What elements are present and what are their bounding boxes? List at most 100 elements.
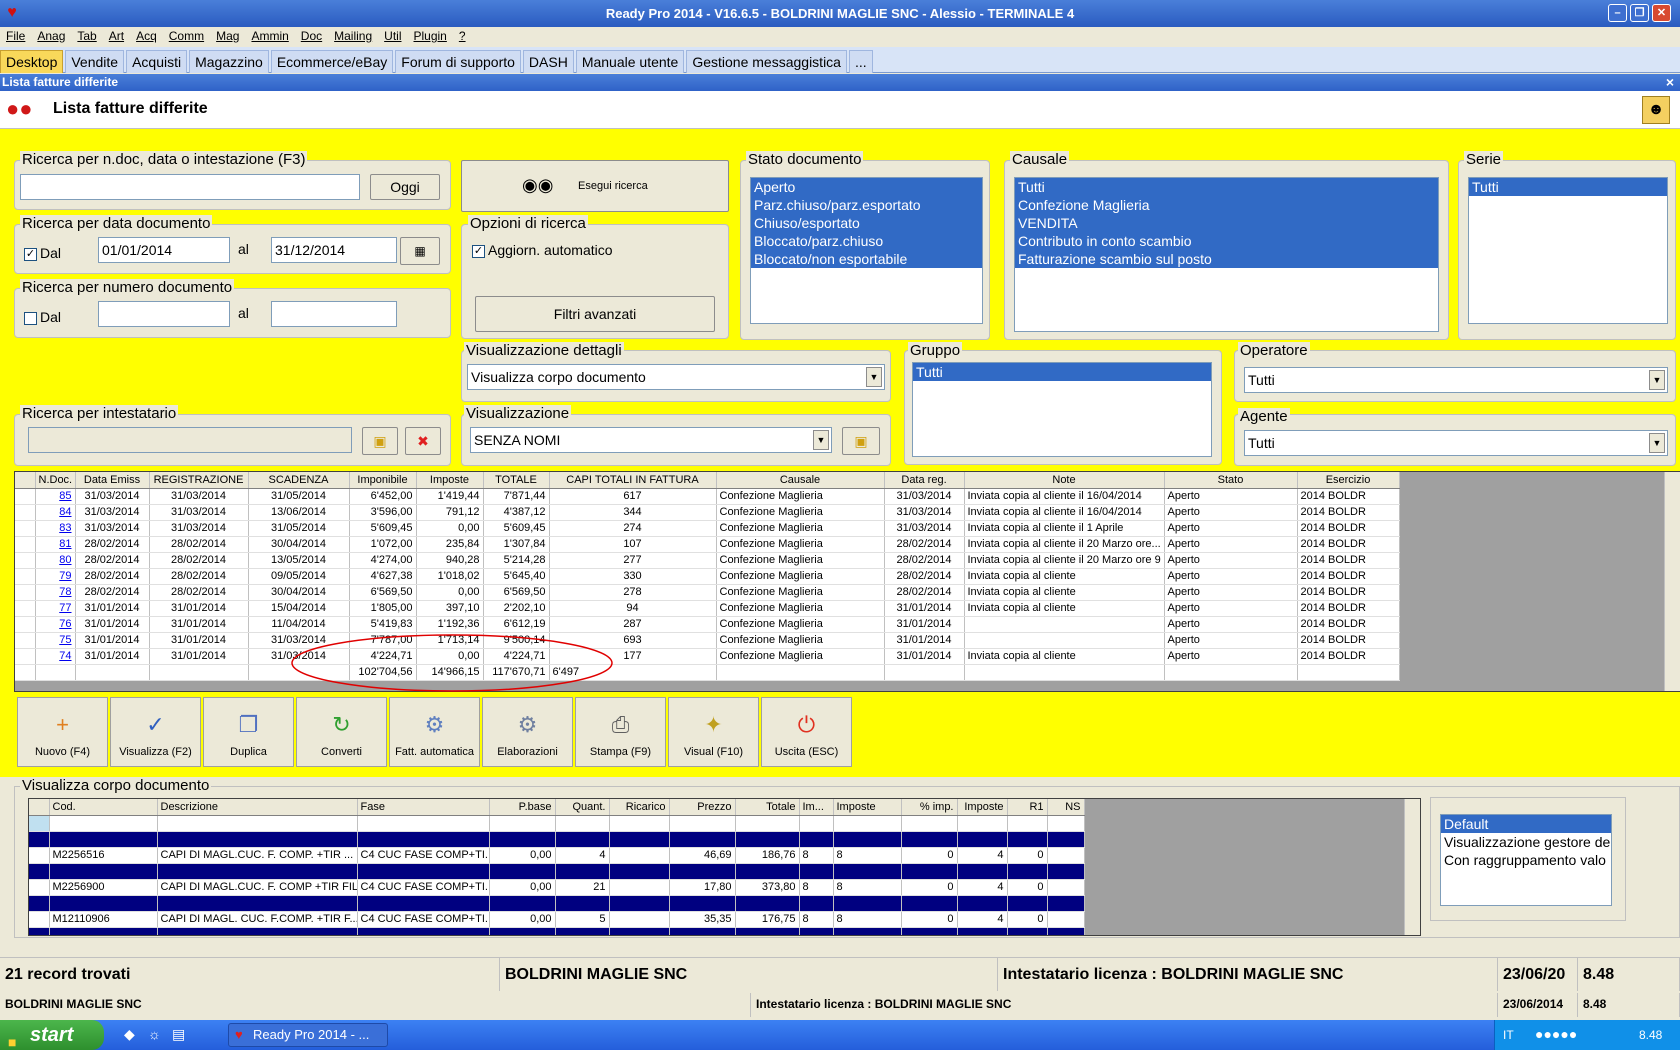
- column-header[interactable]: Totale: [735, 799, 800, 816]
- toolbar-button[interactable]: ✦ Visual (F10): [668, 697, 759, 767]
- table-row[interactable]: [29, 815, 1085, 832]
- advanced-filters-button[interactable]: Filtri avanzati: [475, 296, 715, 332]
- table-cell[interactable]: 84: [35, 504, 76, 521]
- list-item[interactable]: Confezione Maglieria: [1015, 196, 1438, 214]
- column-header[interactable]: Fase: [357, 799, 490, 816]
- row-selector[interactable]: [15, 584, 36, 601]
- column-header[interactable]: Data reg.: [884, 472, 965, 489]
- table-row[interactable]: M2256900 CAPI DI MAGL.CUC. F. COMP +TIR F…: [29, 879, 1085, 896]
- quicklaunch-icon[interactable]: ◆: [124, 1026, 135, 1043]
- row-selector[interactable]: [29, 879, 50, 896]
- row-selector[interactable]: [29, 911, 50, 928]
- toolbar-button[interactable]: ↻ Converti: [296, 697, 387, 767]
- toolbar-button[interactable]: + Nuovo (F4): [17, 697, 108, 767]
- taskbar-item[interactable]: ♥ Ready Pro 2014 - ...: [228, 1023, 388, 1047]
- row-selector[interactable]: [15, 552, 36, 569]
- date-from-input[interactable]: 01/01/2014: [98, 237, 230, 263]
- toolbar-button[interactable]: ⚙ Fatt. automatica: [389, 697, 480, 767]
- table-row[interactable]: 80 28/02/2014 28/02/2014 13/05/2014 4'274,00…: [15, 552, 1400, 569]
- table-row[interactable]: 85 31/03/2014 31/03/2014 31/05/2014 6'452,00…: [15, 488, 1400, 505]
- auto-update-checkbox[interactable]: ✓ Aggiorn. automatico: [472, 242, 613, 258]
- table-cell[interactable]: 85: [35, 488, 76, 505]
- row-selector[interactable]: [29, 847, 50, 864]
- row-selector[interactable]: [15, 632, 36, 649]
- column-header[interactable]: Causale: [716, 472, 885, 489]
- table-cell[interactable]: 74: [35, 648, 76, 665]
- causale-list[interactable]: Tutti Confezione Maglieria VENDITA Contribu…: [1014, 177, 1439, 332]
- module-tab[interactable]: Forum di supporto: [395, 50, 521, 73]
- menu-item[interactable]: Art: [103, 27, 130, 43]
- table-row[interactable]: 81 28/02/2014 28/02/2014 30/04/2014 1'072,00…: [15, 536, 1400, 553]
- module-tab[interactable]: DASH: [522, 50, 574, 73]
- maximize-button[interactable]: ❐: [1630, 4, 1649, 22]
- table-row[interactable]: 74 31/01/2014 31/01/2014 31/03/2014 4'224,71…: [15, 648, 1400, 665]
- list-item[interactable]: Visualizzazione gestore de: [1441, 833, 1611, 851]
- table-row[interactable]: 83 31/03/2014 31/03/2014 31/05/2014 5'609,45…: [15, 520, 1400, 537]
- close-button[interactable]: ✕: [1652, 4, 1671, 22]
- table-cell[interactable]: 81: [35, 536, 76, 553]
- column-header[interactable]: N.Doc.: [35, 472, 76, 489]
- menu-item[interactable]: File: [0, 27, 31, 43]
- toolbar-button[interactable]: ⎙ Stampa (F9): [575, 697, 666, 767]
- toolbar-button[interactable]: ⚙ Elaborazioni: [482, 697, 573, 767]
- menu-item[interactable]: Ammin: [245, 27, 294, 43]
- table-cell[interactable]: 76: [35, 616, 76, 633]
- menu-item[interactable]: Comm: [163, 27, 210, 43]
- table-row[interactable]: M2256516 CAPI DI MAGL.CUC. F. COMP. +TIR …: [29, 847, 1085, 864]
- list-item[interactable]: Fatturazione scambio sul posto: [1015, 250, 1438, 268]
- language-indicator[interactable]: IT: [1503, 1028, 1514, 1042]
- row-selector[interactable]: [15, 648, 36, 665]
- list-item[interactable]: Default: [1441, 815, 1611, 833]
- toolbar-button[interactable]: ❐ Duplica: [203, 697, 294, 767]
- column-header[interactable]: Prezzo: [669, 799, 736, 816]
- row-selector[interactable]: [15, 600, 36, 617]
- start-button[interactable]: ■ start: [0, 1020, 104, 1050]
- operatore-select[interactable]: Tutti ▼: [1244, 367, 1668, 393]
- table-row[interactable]: 84 31/03/2014 31/03/2014 13/06/2014 3'596,00…: [15, 504, 1400, 521]
- column-header[interactable]: Ricarico: [609, 799, 670, 816]
- table-row[interactable]: 75 31/01/2014 31/01/2014 31/03/2014 7'787,00…: [15, 632, 1400, 649]
- column-header[interactable]: Descrizione: [157, 799, 358, 816]
- table-row[interactable]: 77 31/01/2014 31/01/2014 15/04/2014 1'805,00…: [15, 600, 1400, 617]
- table-row[interactable]: 76 31/01/2014 31/01/2014 11/04/2014 5'419,83…: [15, 616, 1400, 633]
- menu-item[interactable]: Acq: [130, 27, 163, 43]
- table-cell[interactable]: 79: [35, 568, 76, 585]
- table-cell[interactable]: 80: [35, 552, 76, 569]
- menu-item[interactable]: ?: [453, 27, 472, 43]
- chevron-down-icon[interactable]: ▼: [1649, 370, 1665, 390]
- menu-item[interactable]: Mailing: [328, 27, 378, 43]
- list-item[interactable]: Tutti: [1015, 178, 1438, 196]
- body-table[interactable]: Cod. Descrizione Fase P.base Quant. Ricarico P…: [29, 799, 1085, 935]
- row-selector[interactable]: [15, 568, 36, 585]
- today-button[interactable]: Oggi: [370, 174, 440, 200]
- serie-list[interactable]: Tutti: [1468, 177, 1668, 324]
- column-header[interactable]: Cod.: [49, 799, 158, 816]
- gruppo-list[interactable]: Tutti: [912, 362, 1212, 457]
- module-tab[interactable]: Gestione messaggistica: [686, 50, 847, 73]
- list-item[interactable]: Chiuso/esportato: [751, 214, 982, 232]
- column-header[interactable]: P.base: [489, 799, 556, 816]
- list-item[interactable]: Con raggruppamento valo: [1441, 851, 1611, 869]
- desktop-icon[interactable]: ▤: [172, 1026, 185, 1043]
- column-header[interactable]: Note: [964, 472, 1165, 489]
- module-tab[interactable]: Manuale utente: [575, 50, 685, 73]
- date-from-checkbox[interactable]: ✓ Dal: [24, 245, 61, 261]
- invoices-table[interactable]: N.Doc. Data Emiss REGISTRAZIONE SCADENZA Imp…: [15, 472, 1400, 681]
- column-header[interactable]: Imposte: [833, 799, 902, 816]
- agente-select[interactable]: Tutti ▼: [1244, 430, 1668, 456]
- subwindow-close-button[interactable]: ×: [1666, 74, 1674, 91]
- chevron-down-icon[interactable]: ▼: [866, 367, 882, 387]
- row-selector[interactable]: [15, 536, 36, 553]
- table-cell[interactable]: 78: [35, 584, 76, 601]
- column-header[interactable]: NS: [1047, 799, 1085, 816]
- column-header[interactable]: Im...: [799, 799, 834, 816]
- table-cell[interactable]: 75: [35, 632, 76, 649]
- row-selector[interactable]: [15, 520, 36, 537]
- chevron-down-icon[interactable]: ▼: [813, 430, 829, 450]
- vis-dettagli-select[interactable]: Visualizza corpo documento ▼: [467, 364, 885, 390]
- column-header[interactable]: Quant.: [555, 799, 610, 816]
- column-header[interactable]: Esercizio: [1297, 472, 1400, 489]
- column-header[interactable]: SCADENZA: [248, 472, 350, 489]
- table-row[interactable]: M12110906 CAPI DI MAGL. CUC. F.COMP. +TIR…: [29, 911, 1085, 928]
- calendar-button[interactable]: ▦: [400, 237, 440, 265]
